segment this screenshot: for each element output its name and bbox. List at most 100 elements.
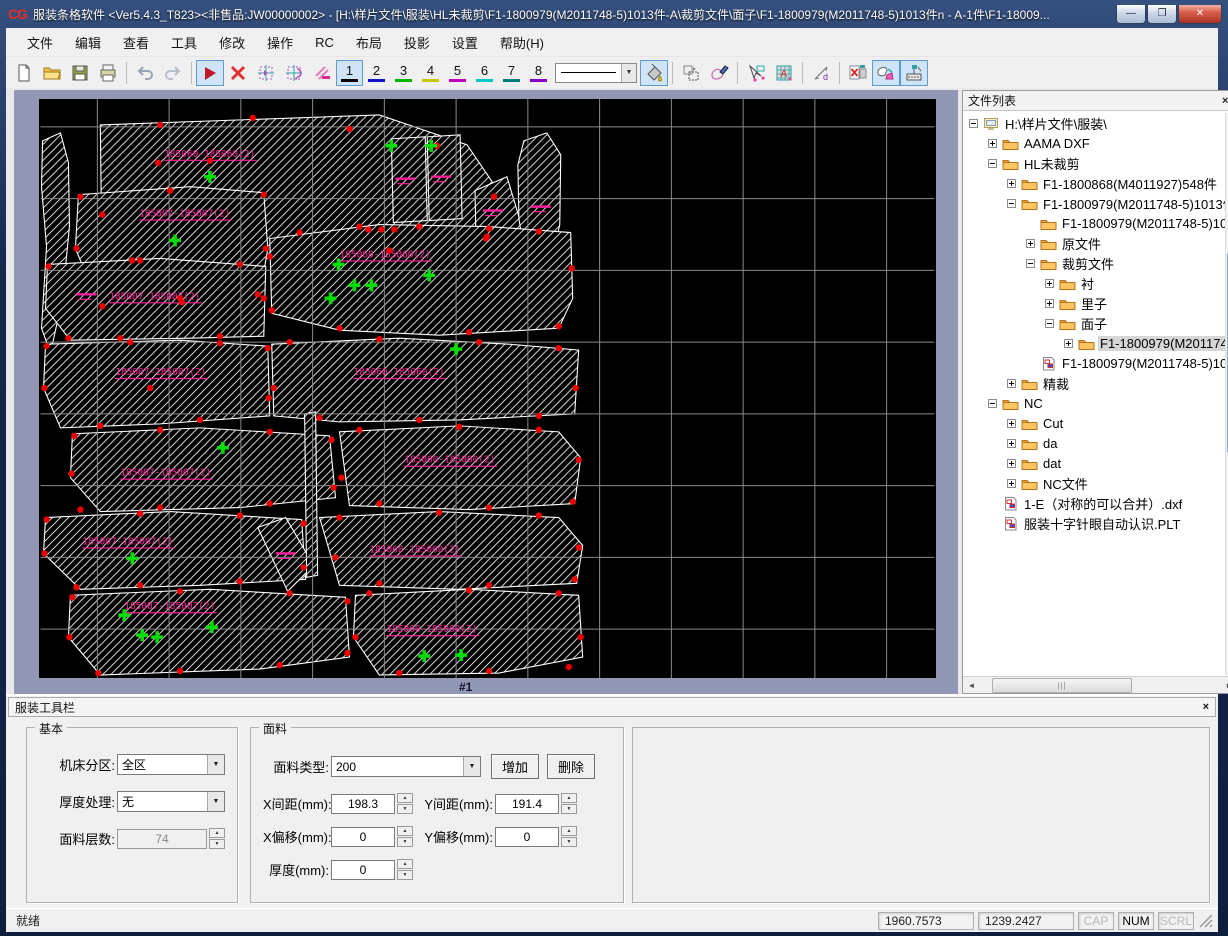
redo-button[interactable]: [159, 60, 187, 86]
collapse-icon[interactable]: [1007, 198, 1016, 208]
pen-8-button[interactable]: 8: [525, 60, 552, 86]
y-offset-input[interactable]: [495, 826, 559, 847]
delete-button[interactable]: 删除: [547, 754, 596, 779]
save-button[interactable]: [66, 60, 94, 86]
tree-item-7[interactable]: 裁剪文件: [963, 253, 1228, 273]
expand-icon[interactable]: [988, 138, 997, 148]
dropdown-arrow-icon[interactable]: ▼: [463, 757, 480, 776]
new-file-button[interactable]: [10, 60, 38, 86]
expand-icon[interactable]: [1007, 438, 1016, 448]
collapse-icon[interactable]: [988, 158, 997, 168]
measure-button[interactable]: d: [807, 60, 835, 86]
close-button[interactable]: ✕: [1178, 4, 1222, 24]
menu-item-4[interactable]: 修改: [208, 29, 256, 56]
menu-item-0[interactable]: 文件: [16, 29, 64, 56]
edit-piece-button[interactable]: [705, 60, 733, 86]
collapse-icon[interactable]: [969, 118, 978, 128]
line-style-select[interactable]: ▼: [555, 62, 637, 83]
marker-canvas[interactable]: 185060-185060(2) 185007-185007(2) 185060-1…: [39, 99, 936, 678]
tree-item-9[interactable]: 里子: [963, 293, 1228, 313]
tree-item-10[interactable]: 面子: [963, 313, 1228, 333]
tree-item-16[interactable]: da: [963, 433, 1228, 453]
tree-item-6[interactable]: 原文件: [963, 233, 1228, 253]
expand-icon[interactable]: [1007, 478, 1016, 488]
open-folder-button[interactable]: [38, 60, 66, 86]
pattern-piece-band5-left[interactable]: [42, 339, 271, 429]
menu-item-7[interactable]: 布局: [345, 29, 393, 56]
pattern-piece-band7-left[interactable]: [42, 511, 307, 590]
pen-5-button[interactable]: 5: [444, 60, 471, 86]
thickness-input[interactable]: [331, 859, 395, 880]
expand-icon[interactable]: [1007, 458, 1016, 468]
expand-icon[interactable]: [1064, 338, 1073, 348]
x-gap-input[interactable]: [331, 793, 395, 814]
x-offset-spinner[interactable]: ▲ ▼: [397, 826, 413, 847]
tree-item-13[interactable]: 精裁: [963, 373, 1228, 393]
piece-to-fabric-button[interactable]: [872, 59, 900, 86]
select-tool-button[interactable]: [196, 59, 224, 86]
pattern-piece-band5-right[interactable]: [271, 337, 580, 423]
x-gap-spinner[interactable]: ▲ ▼: [397, 793, 413, 814]
menu-item-2[interactable]: 查看: [112, 29, 160, 56]
expand-icon[interactable]: [1007, 178, 1016, 188]
tree-item-3[interactable]: F1-1800868(M4011927)548件: [963, 173, 1228, 193]
tree-item-8[interactable]: 衬: [963, 273, 1228, 293]
menu-item-8[interactable]: 投影: [393, 29, 441, 56]
tree-item-19[interactable]: 1-E（对称的可以合并）.dxf: [963, 493, 1228, 513]
fabric-layers-spinner[interactable]: ▲ ▼: [209, 828, 225, 849]
move-selection-button[interactable]: [252, 60, 280, 86]
tree-item-20[interactable]: 服装十字针眼自动认识.PLT: [963, 513, 1228, 533]
expand-icon[interactable]: [1045, 278, 1054, 288]
y-gap-spinner[interactable]: ▲ ▼: [561, 793, 577, 814]
tree-item-4[interactable]: F1-1800979(M2011748-5)1013件: [963, 193, 1228, 213]
x-offset-input[interactable]: [331, 826, 395, 847]
tree-item-0[interactable]: H:\样片文件\服装\: [963, 113, 1228, 133]
tree-item-1[interactable]: AAMA DXF: [963, 133, 1228, 153]
tree-item-11[interactable]: F1-1800979(M2011748: [963, 333, 1228, 353]
dropdown-arrow-icon[interactable]: ▼: [207, 792, 224, 811]
collapse-icon[interactable]: [988, 398, 997, 408]
fabric-settings-button[interactable]: [900, 59, 928, 86]
fabric-type-select[interactable]: 200 ▼: [331, 756, 481, 777]
menu-item-6[interactable]: RC: [304, 31, 345, 54]
expand-icon[interactable]: [1007, 418, 1016, 428]
hscroll-thumb[interactable]: |||: [992, 677, 1132, 693]
resize-grip-icon[interactable]: [1198, 913, 1214, 929]
menu-item-9[interactable]: 设置: [441, 29, 489, 56]
delete-layout-button[interactable]: [844, 60, 872, 86]
file-list-close-icon[interactable]: ×: [1218, 95, 1228, 107]
dropdown-arrow-icon[interactable]: ▼: [207, 755, 224, 774]
grid-text-button[interactable]: A: [770, 60, 798, 86]
print-button[interactable]: [94, 60, 122, 86]
delete-x-button[interactable]: [224, 60, 252, 86]
pen-6-button[interactable]: 6: [471, 60, 498, 86]
copy-annotation-button[interactable]: [308, 60, 336, 86]
menu-item-10[interactable]: 帮助(H): [489, 29, 555, 56]
pen-4-button[interactable]: 4: [417, 60, 444, 86]
garment-toolbar-close-icon[interactable]: ×: [1203, 701, 1209, 713]
hscroll-track[interactable]: |||: [980, 677, 1221, 693]
dropdown-arrow-icon[interactable]: ▼: [621, 63, 636, 82]
expand-icon[interactable]: [1045, 298, 1054, 308]
pattern-piece-v-sliver[interactable]: [304, 411, 319, 579]
menu-item-1[interactable]: 编辑: [64, 29, 112, 56]
tree-horizontal-scrollbar[interactable]: ◄ ||| ►: [963, 676, 1228, 693]
pen-3-button[interactable]: 3: [390, 60, 417, 86]
menu-item-3[interactable]: 工具: [160, 29, 208, 56]
tree-item-18[interactable]: NC文件: [963, 473, 1228, 493]
pattern-piece-band6-right[interactable]: [338, 425, 582, 511]
fill-pattern-button[interactable]: [640, 59, 668, 86]
tree-item-2[interactable]: HL未裁剪: [963, 153, 1228, 173]
tree-item-15[interactable]: Cut: [963, 413, 1228, 433]
tree-item-12[interactable]: F1-1800979(M2011748-5)10: [963, 353, 1228, 373]
collapse-icon[interactable]: [1045, 318, 1054, 328]
menu-item-5[interactable]: 操作: [256, 29, 304, 56]
tree-item-5[interactable]: F1-1800979(M2011748-5)101: [963, 213, 1228, 233]
pattern-piece-mid-right[interactable]: [269, 224, 574, 336]
thickness-handling-select[interactable]: 无 ▼: [117, 791, 225, 812]
expand-icon[interactable]: [1007, 378, 1016, 388]
expand-icon[interactable]: [1026, 238, 1035, 248]
select-piece-button[interactable]: [742, 60, 770, 86]
rotate-selection-button[interactable]: [280, 60, 308, 86]
collapse-icon[interactable]: [1026, 258, 1035, 268]
